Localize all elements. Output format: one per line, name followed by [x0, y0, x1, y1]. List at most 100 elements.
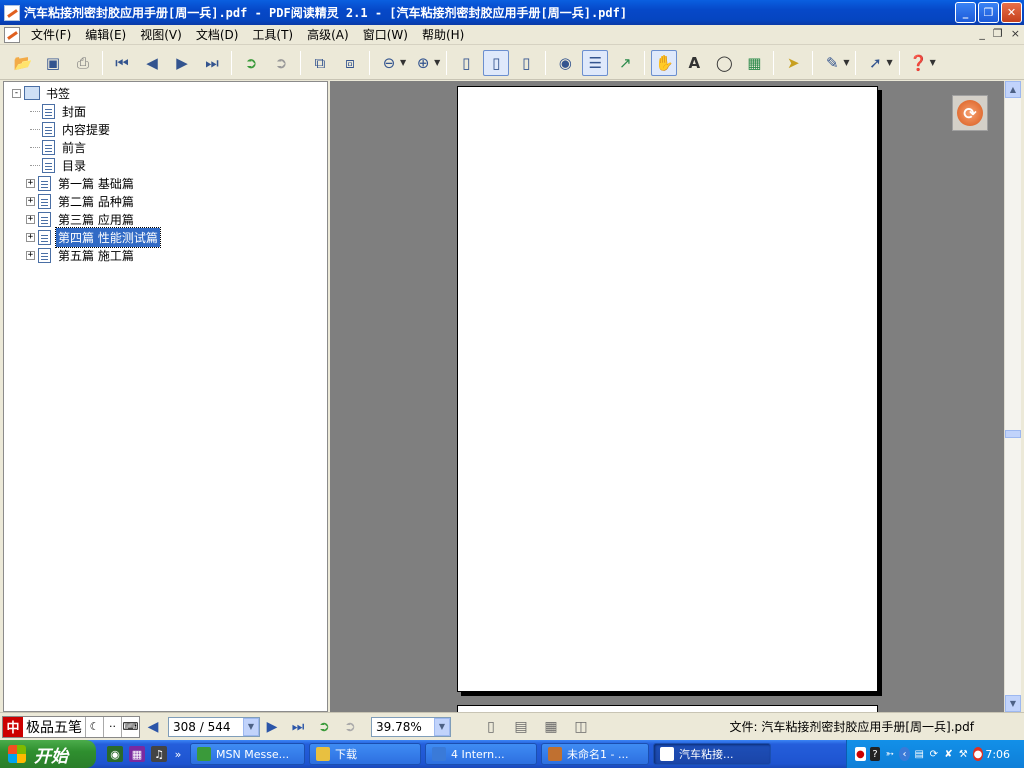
menu-file[interactable]: 文件(F) [24, 26, 78, 43]
zoom-in-icon[interactable]: ⊕ [410, 50, 436, 76]
image-tool-icon[interactable]: ▦ [741, 50, 767, 76]
status-prev-page-icon[interactable]: ◀ [142, 716, 164, 738]
bookmark-item[interactable]: 前言 [12, 138, 160, 156]
link-dropdown-icon[interactable]: ▼ [886, 58, 892, 67]
maximize-button[interactable]: ❐ [978, 2, 999, 23]
bookmark-label[interactable]: 内容提要 [60, 120, 112, 139]
zoom-in-dropdown-icon[interactable]: ▼ [434, 58, 440, 67]
clock[interactable]: 7:06 [985, 748, 1010, 761]
print-icon[interactable]: ⎙ [70, 50, 96, 76]
tray-sync-icon[interactable]: ⟳ [929, 747, 940, 761]
bookmark-label[interactable]: 第五篇 施工篇 [56, 246, 136, 265]
tray-record-icon[interactable]: ● [855, 747, 866, 761]
bookmark-label[interactable]: 目录 [60, 156, 88, 175]
zoom-out-dropdown-icon[interactable]: ▼ [400, 58, 406, 67]
save-icon[interactable]: ▣ [40, 50, 66, 76]
export-icon[interactable]: ↗ [612, 50, 638, 76]
forward-icon[interactable]: ➲ [268, 50, 294, 76]
back-icon[interactable]: ➲ [238, 50, 264, 76]
expand-icon[interactable]: + [26, 214, 35, 224]
pdf-page[interactable] [457, 86, 878, 692]
quicklaunch-more-icon[interactable]: » [173, 746, 183, 762]
ime-halfwidth-icon[interactable]: ☾ [85, 716, 103, 737]
status-last-page-icon[interactable]: ⏭ [287, 716, 309, 738]
single-page-layout-icon[interactable]: ▯ [480, 717, 502, 737]
last-page-icon[interactable]: ⏭ [199, 50, 225, 76]
bookmark-item[interactable]: 目录 [12, 156, 160, 174]
snapshot-icon[interactable]: ◯ [711, 50, 737, 76]
ime-toolbar[interactable]: 中 极品五笔 ☾ ·· ⌨ [2, 715, 140, 738]
zoom-out-icon[interactable]: ⊖ [376, 50, 402, 76]
fit-page-icon[interactable]: ▯ [483, 49, 510, 76]
document-view[interactable]: ⟳ [330, 81, 1004, 715]
scroll-up-icon[interactable]: ▲ [1005, 81, 1021, 98]
bookmark-item[interactable]: 内容提要 [12, 120, 160, 138]
vertical-scrollbar[interactable]: ▲ ▼ [1004, 81, 1021, 712]
expand-icon[interactable]: + [26, 196, 35, 206]
quicklaunch-app-icon-1[interactable]: ◉ [107, 746, 123, 762]
taskbar-button[interactable]: 4 Intern... [425, 743, 537, 765]
bookmark-label[interactable]: 前言 [60, 138, 88, 157]
expand-icon[interactable]: + [26, 232, 35, 242]
page-dropdown-icon[interactable]: ▼ [243, 717, 259, 736]
doc-close-button[interactable]: × [1011, 27, 1020, 40]
status-next-page-icon[interactable]: ▶ [261, 716, 283, 738]
ime-name[interactable]: 极品五笔 [23, 717, 85, 737]
quicklaunch-app-icon-2[interactable]: ▦ [129, 746, 145, 762]
document-menu-icon[interactable] [4, 26, 20, 43]
reader-logo-button[interactable]: ⟳ [952, 95, 988, 131]
insert-pages-icon[interactable]: ⧈ [337, 50, 363, 76]
bookmark-item[interactable]: + 第二篇 品种篇 [12, 192, 160, 210]
bookmark-item[interactable]: + 第四篇 性能测试篇 [12, 226, 161, 248]
scroll-down-icon[interactable]: ▼ [1005, 695, 1021, 712]
text-select-icon[interactable]: A [681, 50, 707, 76]
expand-icon[interactable]: + [26, 178, 35, 188]
taskbar-button[interactable]: 汽车粘接... [653, 743, 771, 765]
start-button[interactable]: 开始 [0, 740, 96, 768]
status-forward-icon[interactable]: ➲ [339, 716, 361, 738]
menu-help[interactable]: 帮助(H) [415, 26, 471, 43]
menu-tools[interactable]: 工具(T) [245, 26, 300, 43]
collapse-icon[interactable]: - [12, 88, 21, 98]
find-icon[interactable]: ◉ [552, 50, 578, 76]
link-arrow-icon[interactable]: ➚ [862, 50, 888, 76]
close-button[interactable]: ✕ [1001, 2, 1022, 23]
tray-tool-icon[interactable]: ⚒ [958, 747, 969, 761]
tray-qq-icon[interactable]: ● [972, 747, 984, 761]
annotation-icon[interactable]: ✎ [819, 50, 845, 76]
bookmark-item[interactable]: + 第五篇 施工篇 [12, 246, 160, 264]
menu-view[interactable]: 视图(V) [133, 26, 189, 43]
tray-network-icon[interactable]: ▤ [914, 747, 925, 761]
bookmarks-panel-icon[interactable]: ☰ [582, 49, 609, 76]
bookmark-label[interactable]: 封面 [60, 102, 88, 121]
taskbar-button[interactable]: 未命名1 - ... [541, 743, 649, 765]
doc-minimize-button[interactable]: _ [979, 27, 985, 40]
open-icon[interactable]: 📂 [10, 50, 36, 76]
menu-edit[interactable]: 编辑(E) [78, 26, 133, 43]
fit-width-icon[interactable]: ▯ [513, 50, 539, 76]
bookmark-item[interactable]: 封面 [12, 102, 160, 120]
app-icon[interactable] [4, 4, 20, 21]
ime-keyboard-icon[interactable]: ⌨ [121, 716, 139, 737]
help-dropdown-icon[interactable]: ▼ [930, 58, 936, 67]
menu-window[interactable]: 窗口(W) [356, 26, 415, 43]
taskbar-button[interactable]: 下载 [309, 743, 421, 765]
ime-punctuation-icon[interactable]: ·· [103, 716, 121, 737]
taskbar-button[interactable]: MSN Messe... [190, 743, 305, 765]
bookmark-item[interactable]: + 第一篇 基础篇 [12, 174, 160, 192]
status-back-icon[interactable]: ➲ [313, 716, 335, 738]
hand-tool-icon[interactable]: ✋ [651, 49, 678, 76]
select-arrow-icon[interactable]: ➤ [780, 50, 806, 76]
extract-pages-icon[interactable]: ⧉ [307, 50, 333, 76]
tray-security-icon[interactable]: ✘ [943, 747, 954, 761]
tray-ime-icon[interactable]: ➳ [884, 747, 895, 761]
tray-help-icon[interactable]: ? [869, 747, 881, 761]
doc-restore-button[interactable]: ❐ [993, 27, 1003, 40]
menu-document[interactable]: 文档(D) [189, 26, 246, 43]
continuous-facing-layout-icon[interactable]: ◫ [570, 717, 592, 737]
bookmark-item[interactable]: + 第三篇 应用篇 [12, 210, 160, 228]
bookmark-label[interactable]: 第一篇 基础篇 [56, 174, 136, 193]
expand-icon[interactable]: + [26, 250, 35, 260]
annotation-dropdown-icon[interactable]: ▼ [843, 58, 849, 67]
bookmark-label[interactable]: 第二篇 品种篇 [56, 192, 136, 211]
